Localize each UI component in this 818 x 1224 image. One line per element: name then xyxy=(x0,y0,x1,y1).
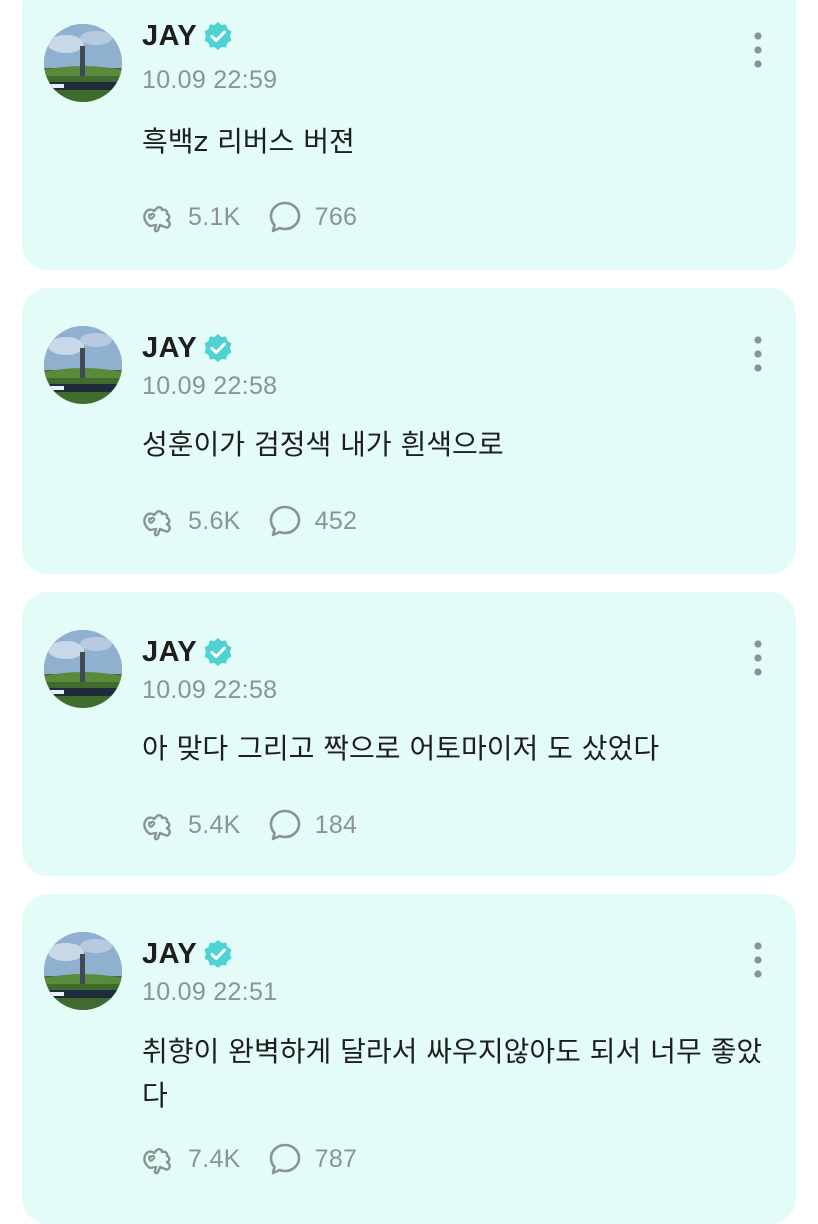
like-count: 7.4K xyxy=(188,1144,241,1173)
avatar[interactable] xyxy=(44,630,122,708)
verified-badge-icon xyxy=(204,334,232,362)
verified-badge-icon xyxy=(204,638,232,666)
comment-button[interactable]: 766 xyxy=(267,199,358,235)
post-feed: JAY 10.09 22:59 흑백z 리버스 버젼 5.1K 766 JAY … xyxy=(0,0,818,1224)
author-row: JAY xyxy=(142,934,233,974)
post-timestamp: 10.09 22:59 xyxy=(142,66,278,94)
avatar[interactable] xyxy=(44,24,122,102)
comment-button[interactable]: 787 xyxy=(267,1141,358,1177)
comment-count: 787 xyxy=(314,1144,358,1173)
post-text: 성훈이가 검정색 내가 흰색으로 xyxy=(142,428,504,461)
comment-count: 766 xyxy=(314,202,358,231)
comment-button[interactable]: 184 xyxy=(267,807,358,843)
speech-bubble-icon xyxy=(269,201,300,233)
author-row: JAY xyxy=(142,16,233,56)
speech-bubble-icon xyxy=(269,1143,300,1175)
hand-heart-icon xyxy=(143,510,171,537)
author-name[interactable]: JAY xyxy=(142,636,197,669)
more-vertical-icon[interactable] xyxy=(750,638,766,678)
like-button[interactable]: 5.4K xyxy=(140,807,241,843)
hand-heart-icon xyxy=(143,1148,171,1175)
author-name[interactable]: JAY xyxy=(142,332,197,365)
post-text: 취향이 완벽하게 달라서 싸우지않아도 되서 너무 좋았다 xyxy=(142,1035,763,1112)
author-name[interactable]: JAY xyxy=(142,938,197,971)
verified-badge-icon xyxy=(204,940,232,968)
more-vertical-icon[interactable] xyxy=(750,334,766,374)
like-button[interactable]: 5.1K xyxy=(140,199,241,235)
comment-button[interactable]: 452 xyxy=(267,503,358,539)
like-count: 5.4K xyxy=(188,810,241,839)
post-card[interactable]: JAY 10.09 22:59 흑백z 리버스 버젼 5.1K 766 xyxy=(22,0,796,270)
like-button[interactable]: 5.6K xyxy=(140,503,241,539)
like-button[interactable]: 7.4K xyxy=(140,1141,241,1177)
comment-count: 452 xyxy=(314,506,358,535)
hand-heart-icon xyxy=(143,206,171,233)
post-card[interactable]: JAY 10.09 22:58 성훈이가 검정색 내가 흰색으로 5.6K 45… xyxy=(22,288,796,574)
speech-bubble-icon xyxy=(269,809,300,841)
author-row: JAY xyxy=(142,632,233,672)
avatar-image xyxy=(44,326,122,404)
post-timestamp: 10.09 22:51 xyxy=(142,978,278,1006)
like-count: 5.6K xyxy=(188,506,241,535)
author-row: JAY xyxy=(142,328,233,368)
post-timestamp: 10.09 22:58 xyxy=(142,372,278,400)
post-actions: 5.4K 184 xyxy=(140,805,383,845)
hand-heart-icon xyxy=(143,814,171,841)
speech-bubble-icon xyxy=(269,505,300,537)
avatar[interactable] xyxy=(44,932,122,1010)
like-count: 5.1K xyxy=(188,202,241,231)
more-vertical-icon[interactable] xyxy=(750,940,766,980)
post-actions: 7.4K 787 xyxy=(140,1139,383,1179)
avatar-image xyxy=(44,932,122,1010)
verified-badge-icon xyxy=(204,22,232,50)
post-text: 흑백z 리버스 버젼 xyxy=(142,125,355,158)
avatar[interactable] xyxy=(44,326,122,404)
post-timestamp: 10.09 22:58 xyxy=(142,676,278,704)
more-vertical-icon[interactable] xyxy=(750,30,766,70)
post-card[interactable]: JAY 10.09 22:58 아 맞다 그리고 짝으로 어토마이저 도 샀었다… xyxy=(22,592,796,876)
avatar-image xyxy=(44,630,122,708)
author-name[interactable]: JAY xyxy=(142,20,197,53)
post-text: 아 맞다 그리고 짝으로 어토마이저 도 샀었다 xyxy=(142,732,660,765)
comment-count: 184 xyxy=(314,810,358,839)
avatar-image xyxy=(44,24,122,102)
post-actions: 5.1K 766 xyxy=(140,197,383,237)
post-actions: 5.6K 452 xyxy=(140,501,383,541)
post-card[interactable]: JAY 10.09 22:51 취향이 완벽하게 달라서 싸우지않아도 되서 너… xyxy=(22,894,796,1224)
